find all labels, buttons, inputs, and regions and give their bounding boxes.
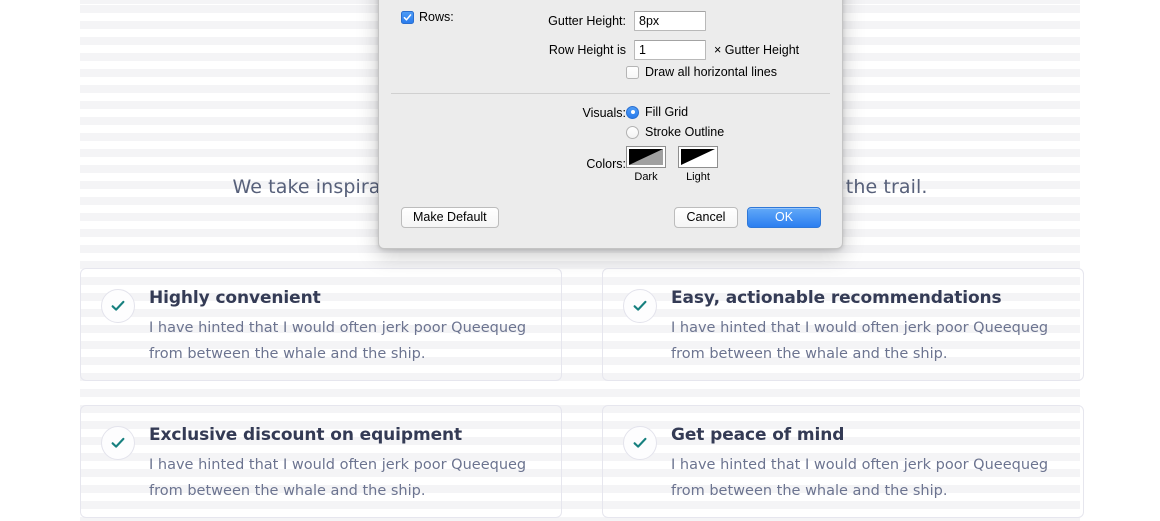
dialog-body: Rows: Gutter Height: Row Height is × Gut… xyxy=(379,0,842,248)
feature-card: Exclusive discount on equipment I have h… xyxy=(80,405,562,518)
color-swatch-dark-well[interactable] xyxy=(626,146,666,168)
gutter-height-row: Gutter Height: xyxy=(531,11,706,31)
card-text: Easy, actionable recommendations I have … xyxy=(671,287,1061,367)
radio-selected-icon[interactable] xyxy=(626,105,639,119)
color-swatch-light[interactable]: Light xyxy=(678,146,718,183)
radio-unselected-icon[interactable] xyxy=(626,125,639,139)
visuals-option-stroke-outline[interactable]: Stroke Outline xyxy=(626,125,724,139)
card-text: Exclusive discount on equipment I have h… xyxy=(149,424,539,504)
card-title: Get peace of mind xyxy=(671,425,845,445)
card-text: Get peace of mind I have hinted that I w… xyxy=(671,424,1061,504)
check-icon xyxy=(623,426,657,460)
color-swatch-dark[interactable]: Dark xyxy=(626,146,666,183)
card-title: Highly convenient xyxy=(149,288,321,308)
row-height-suffix-label: × Gutter Height xyxy=(714,43,800,57)
colors-label: Colors: xyxy=(586,157,626,171)
rows-checkbox-label: Rows: xyxy=(419,10,454,24)
card-body: I have hinted that I would often jerk po… xyxy=(149,320,527,362)
color-swatch-light-caption: Light xyxy=(686,171,710,183)
row-height-row: Row Height is × Gutter Height xyxy=(531,40,799,60)
draw-all-horizontal-lines-checkbox[interactable] xyxy=(626,65,639,79)
grid-settings-dialog: Rows: Gutter Height: Row Height is × Gut… xyxy=(378,0,843,249)
visuals-label: Visuals: xyxy=(582,106,626,120)
card-title: Exclusive discount on equipment xyxy=(149,425,463,445)
card-body: I have hinted that I would often jerk po… xyxy=(149,457,527,499)
visuals-option-fill-grid-label: Fill Grid xyxy=(645,105,689,119)
card-body: I have hinted that I would often jerk po… xyxy=(671,320,1049,362)
card-text: Highly convenient I have hinted that I w… xyxy=(149,287,539,367)
feature-cards-grid: Highly convenient I have hinted that I w… xyxy=(80,268,1084,518)
color-swatch-light-well[interactable] xyxy=(678,146,718,168)
rows-checkbox-row[interactable]: Rows: xyxy=(401,10,454,24)
row-height-label: Row Height is xyxy=(548,43,626,57)
draw-all-horizontal-lines-label: Draw all horizontal lines xyxy=(645,65,778,79)
rows-checkbox[interactable] xyxy=(401,10,414,24)
gutter-height-input[interactable] xyxy=(634,11,706,31)
check-icon xyxy=(101,289,135,323)
card-title: Easy, actionable recommendations xyxy=(671,288,1002,308)
check-icon xyxy=(101,426,135,460)
color-swatch-dark-caption: Dark xyxy=(634,171,658,183)
row-height-input[interactable] xyxy=(634,40,706,60)
cancel-button[interactable]: Cancel xyxy=(674,207,738,228)
feature-card: Get peace of mind I have hinted that I w… xyxy=(602,405,1084,518)
feature-card: Highly convenient I have hinted that I w… xyxy=(80,268,562,381)
ok-button[interactable]: OK xyxy=(747,207,821,228)
card-body: I have hinted that I would often jerk po… xyxy=(671,457,1049,499)
make-default-button[interactable]: Make Default xyxy=(401,207,499,228)
dialog-divider xyxy=(391,93,830,94)
check-icon xyxy=(623,289,657,323)
visuals-option-fill-grid[interactable]: Fill Grid xyxy=(626,105,688,119)
feature-card: Easy, actionable recommendations I have … xyxy=(602,268,1084,381)
visuals-option-stroke-outline-label: Stroke Outline xyxy=(645,125,725,139)
gutter-height-label: Gutter Height: xyxy=(548,14,626,28)
draw-all-horizontal-lines-row[interactable]: Draw all horizontal lines xyxy=(626,65,777,79)
